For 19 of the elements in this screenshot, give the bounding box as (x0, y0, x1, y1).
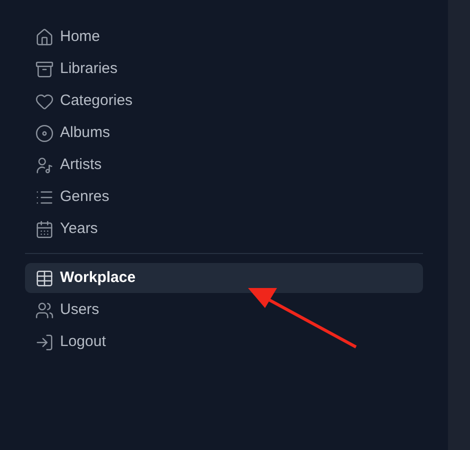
calendar-icon (35, 220, 54, 238)
table-icon (35, 268, 54, 288)
nav-item[interactable]: Artists (25, 150, 423, 180)
person-music-icon (35, 156, 54, 174)
nav-item[interactable]: Albums (25, 118, 423, 148)
door-arrow-icon (35, 332, 54, 352)
archive-box-icon (35, 60, 54, 78)
heart-icon (35, 92, 54, 110)
nav-item[interactable]: Libraries (25, 54, 423, 84)
nav-item[interactable]: Home (25, 22, 423, 52)
users-icon (35, 300, 54, 320)
nav-item[interactable]: Genres (25, 182, 423, 212)
nav-item[interactable]: Categories (25, 86, 423, 116)
disc-icon (35, 124, 54, 142)
nav-item[interactable]: Years (25, 214, 423, 244)
nav-item[interactable]: Users (25, 295, 423, 325)
nav-item[interactable]: Workplace (25, 263, 423, 293)
nav-item[interactable]: Logout (25, 327, 423, 357)
home-icon (35, 28, 54, 46)
